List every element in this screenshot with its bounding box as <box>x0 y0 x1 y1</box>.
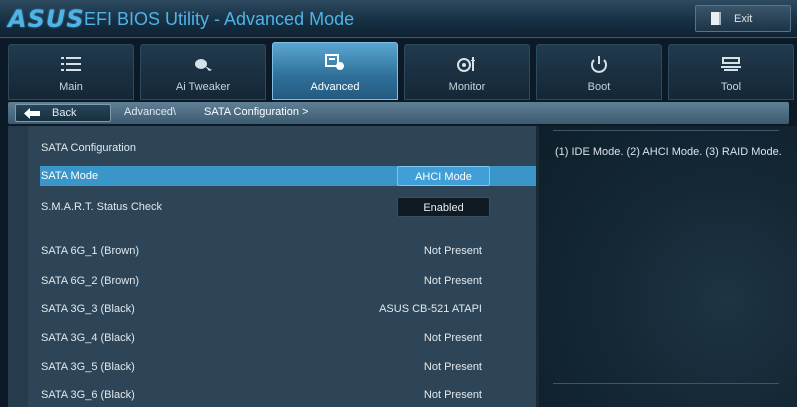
help-panel: (1) IDE Mode. (2) AHCI Mode. (3) RAID Mo… <box>539 126 797 407</box>
tab-monitor-label: Monitor <box>448 81 486 93</box>
main-tabs: Main Ai Tweaker Advanced Monitor Boot To… <box>0 42 797 100</box>
sata-port-label: SATA 3G_6 (Black) <box>41 389 135 401</box>
app-title: EFI BIOS Utility - Advanced Mode <box>84 9 355 29</box>
smart-label: S.M.A.R.T. Status Check <box>41 201 163 213</box>
title-bar: ASUS EFI BIOS Utility - Advanced Mode Ex… <box>0 0 797 38</box>
power-icon <box>591 56 607 73</box>
tab-advanced-label: Advanced <box>310 81 360 93</box>
tab-ai-tweaker[interactable]: Ai Tweaker <box>140 44 266 100</box>
sata-mode-label: SATA Mode <box>41 170 99 182</box>
list-icon <box>61 57 81 71</box>
sata-mode-dropdown[interactable]: AHCI Mode <box>397 166 490 186</box>
sata-port-row: SATA 6G_1 (Brown) Not Present <box>8 241 539 261</box>
sata-port-label: SATA 3G_3 (Black) <box>41 303 135 315</box>
sata-port-label: SATA 6G_2 (Brown) <box>41 275 140 287</box>
section-title-row: SATA Configuration <box>8 138 539 158</box>
sata-port-label: SATA 6G_1 (Brown) <box>41 245 140 257</box>
tab-monitor[interactable]: Monitor <box>404 44 530 100</box>
advanced-chip-icon <box>325 54 344 70</box>
smart-dropdown[interactable]: Enabled <box>397 197 490 217</box>
sata-port-value: Not Present <box>423 245 482 257</box>
sata-port-value: Not Present <box>423 332 482 344</box>
tab-advanced[interactable]: Advanced <box>272 42 398 100</box>
tab-tool[interactable]: Tool <box>668 44 794 100</box>
help-text: (1) IDE Mode. (2) AHCI Mode. (3) RAID Mo… <box>555 146 782 158</box>
tweaker-icon <box>195 59 212 71</box>
section-title: SATA Configuration <box>41 142 136 154</box>
sata-port-label: SATA 3G_4 (Black) <box>41 332 135 344</box>
sata-port-row: SATA 3G_6 (Black) Not Present <box>8 385 539 405</box>
sata-port-value: Not Present <box>423 361 482 373</box>
sata-port-label: SATA 3G_5 (Black) <box>41 361 135 373</box>
tab-boot-label: Boot <box>587 81 611 93</box>
tab-ai-tweaker-label: Ai Tweaker <box>175 81 231 93</box>
sata-port-value: ASUS CB-521 ATAPI <box>379 303 482 315</box>
exit-label: Exit <box>734 13 753 25</box>
help-divider-bottom <box>553 383 779 384</box>
breadcrumb-current: SATA Configuration > <box>204 106 309 118</box>
sata-port-row: SATA 6G_2 (Brown) Not Present <box>8 271 539 291</box>
sata-port-row: SATA 3G_5 (Black) Not Present <box>8 357 539 377</box>
sata-port-value: Not Present <box>423 389 482 401</box>
breadcrumb-parent[interactable]: Advanced\ <box>124 106 176 118</box>
back-label: Back <box>52 107 77 119</box>
back-button[interactable]: Back <box>15 104 111 122</box>
breadcrumb: Back Advanced\ SATA Configuration > <box>8 102 789 124</box>
tab-tool-label: Tool <box>720 81 742 93</box>
monitor-fan-icon <box>457 57 475 72</box>
tab-boot[interactable]: Boot <box>536 44 662 100</box>
tab-main-label: Main <box>59 81 83 93</box>
exit-button[interactable]: Exit <box>695 5 791 32</box>
settings-panel: SATA Configuration SATA Mode AHCI Mode S… <box>8 126 539 407</box>
back-arrow-icon <box>24 108 40 119</box>
sata-port-value: Not Present <box>423 275 482 287</box>
sata-port-row: SATA 3G_4 (Black) Not Present <box>8 328 539 348</box>
exit-door-icon <box>711 12 721 25</box>
tool-icon <box>721 57 741 71</box>
asus-logo: ASUS <box>8 5 85 33</box>
sata-port-row: SATA 3G_3 (Black) ASUS CB-521 ATAPI <box>8 299 539 319</box>
help-divider-top <box>553 130 779 131</box>
tab-main[interactable]: Main <box>8 44 134 100</box>
